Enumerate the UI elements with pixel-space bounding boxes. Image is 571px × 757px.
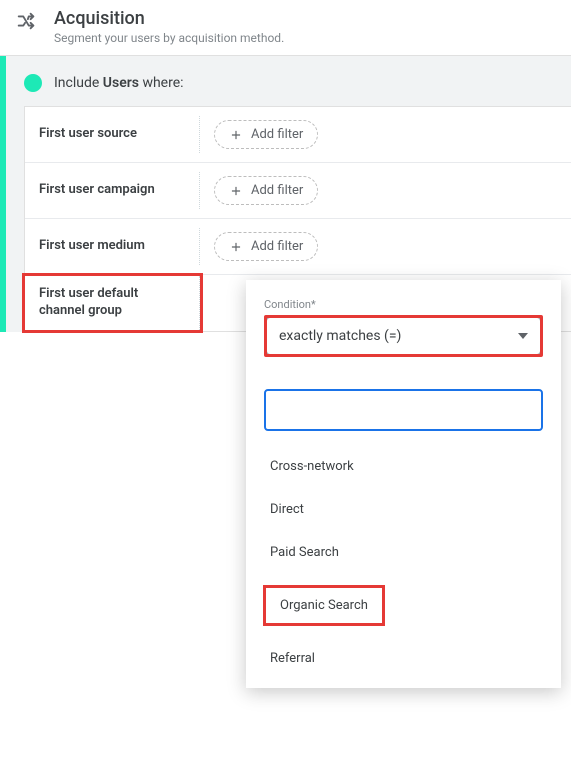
add-filter-button[interactable]: Add filter	[214, 120, 318, 149]
option-item[interactable]: Cross-network	[264, 445, 543, 488]
option-label: Organic Search	[266, 588, 382, 623]
segment-panel: Include Users where: First user source A…	[0, 56, 571, 332]
search-input[interactable]	[276, 401, 531, 419]
include-entity[interactable]: Users	[103, 75, 139, 91]
header: Acquisition Segment your users by acquis…	[0, 0, 571, 56]
filter-label: First user medium	[25, 228, 200, 265]
option-item[interactable]: Direct	[264, 488, 543, 531]
plus-icon	[229, 184, 243, 198]
filter-row: First user campaign Add filter	[25, 163, 571, 219]
add-filter-label: Add filter	[251, 183, 303, 198]
condition-select[interactable]: exactly matches (=)	[266, 317, 541, 355]
page-subtitle: Segment your users by acquisition method…	[54, 31, 284, 45]
page-title: Acquisition	[54, 8, 284, 29]
shuffle-icon	[12, 8, 40, 32]
condition-select-highlight: exactly matches (=)	[264, 315, 543, 357]
filter-popover: Condition* exactly matches (=) Cross-net…	[246, 280, 561, 688]
add-filter-label: Add filter	[251, 127, 303, 142]
include-row: Include Users where:	[6, 74, 571, 106]
option-item-highlighted[interactable]: Organic Search	[264, 574, 543, 637]
filter-row: First user source Add filter	[25, 107, 571, 163]
filter-label: First user source	[25, 116, 200, 153]
plus-icon	[229, 128, 243, 142]
include-prefix: Include	[54, 75, 99, 91]
chevron-down-icon	[518, 333, 528, 339]
status-dot-icon	[24, 74, 42, 92]
filter-label: First user campaign	[25, 172, 200, 209]
add-filter-button[interactable]: Add filter	[214, 232, 318, 261]
condition-label: Condition*	[264, 298, 543, 311]
add-filter-button[interactable]: Add filter	[214, 176, 318, 205]
option-list: Cross-network Direct Paid Search Organic…	[264, 445, 543, 680]
plus-icon	[229, 240, 243, 254]
include-suffix: where:	[142, 75, 183, 91]
condition-value: exactly matches (=)	[279, 328, 401, 344]
option-item[interactable]: Referral	[264, 637, 543, 680]
option-item[interactable]: Paid Search	[264, 531, 543, 574]
add-filter-label: Add filter	[251, 239, 303, 254]
filter-label: First user default channel group	[25, 276, 200, 330]
filter-row: First user medium Add filter	[25, 219, 571, 275]
search-field[interactable]	[264, 389, 543, 431]
